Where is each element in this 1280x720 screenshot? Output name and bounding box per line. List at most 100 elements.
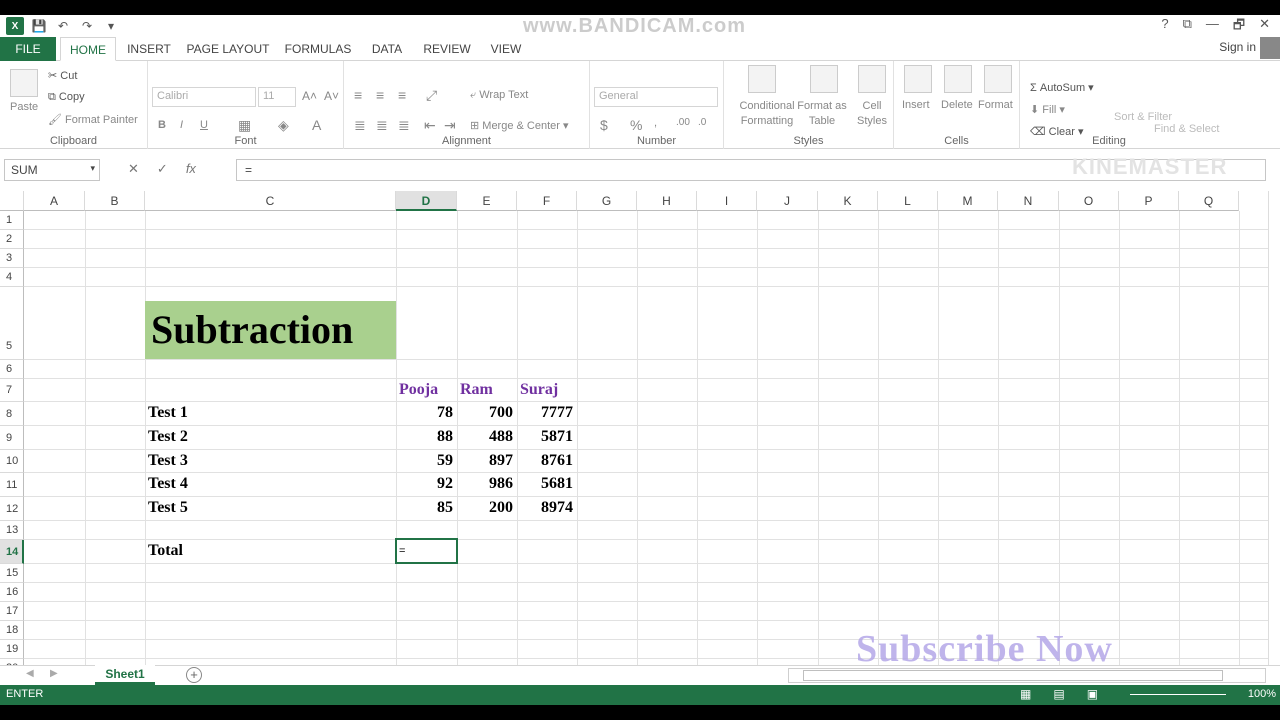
- sign-in-link[interactable]: Sign in: [1219, 40, 1256, 54]
- align-left-icon[interactable]: ≣: [354, 117, 366, 134]
- currency-button[interactable]: $: [600, 117, 608, 133]
- bold-button[interactable]: B: [158, 119, 166, 131]
- test-label-cell[interactable]: Test 1: [148, 404, 188, 422]
- select-all-corner[interactable]: [0, 191, 24, 211]
- header-cell-ram[interactable]: Ram: [460, 381, 493, 399]
- copy-button[interactable]: ⧉ Copy: [48, 91, 85, 104]
- row-header-7[interactable]: 7: [0, 379, 24, 402]
- borders-icon[interactable]: ▦: [238, 117, 251, 134]
- sort-filter-button[interactable]: Sort & Filter: [1114, 111, 1172, 123]
- confirm-entry-icon[interactable]: ✓: [157, 161, 168, 177]
- save-icon[interactable]: 💾: [30, 17, 48, 35]
- sheet-tab-sheet1[interactable]: Sheet1: [95, 665, 155, 685]
- value-cell[interactable]: 59: [396, 452, 453, 470]
- cell-styles-icon[interactable]: [858, 65, 886, 93]
- grow-font-button[interactable]: A˄: [302, 89, 317, 103]
- cell-styles-button[interactable]: Cell Styles: [852, 99, 892, 129]
- value-cell[interactable]: 986: [457, 475, 513, 493]
- row-header-12[interactable]: 12: [0, 497, 24, 521]
- row-header-3[interactable]: 3: [0, 249, 24, 268]
- column-header-b[interactable]: B: [85, 191, 145, 211]
- column-header-i[interactable]: I: [697, 191, 757, 211]
- active-cell-d14[interactable]: =: [395, 538, 458, 564]
- ribbon-display-options-icon[interactable]: ⧉: [1183, 16, 1192, 38]
- close-icon[interactable]: ✕: [1259, 16, 1270, 38]
- format-as-table-button[interactable]: Format as Table: [796, 99, 848, 129]
- account-icon[interactable]: [1260, 37, 1280, 59]
- delete-button[interactable]: Delete: [941, 99, 973, 111]
- value-cell[interactable]: 897: [457, 452, 513, 470]
- align-center-icon[interactable]: ≣: [376, 117, 388, 134]
- column-header-d[interactable]: D: [396, 191, 457, 211]
- find-select-button[interactable]: Find & Select: [1154, 123, 1219, 135]
- row-header-1[interactable]: 1: [0, 211, 24, 230]
- row-header-5[interactable]: 5: [0, 287, 24, 360]
- format-cells-icon[interactable]: [984, 65, 1012, 93]
- format-painter-button[interactable]: 🖌 Format Painter: [48, 113, 138, 126]
- font-size-select[interactable]: 11: [258, 87, 296, 107]
- value-cell[interactable]: 92: [396, 475, 453, 493]
- underline-button[interactable]: U: [200, 119, 208, 131]
- row-header-2[interactable]: 2: [0, 230, 24, 249]
- column-header-m[interactable]: M: [938, 191, 998, 211]
- wrap-text-button[interactable]: ⤶ Wrap Text: [470, 89, 528, 102]
- indent-increase-icon[interactable]: ⇥: [444, 117, 456, 134]
- tab-insert[interactable]: INSERT: [124, 37, 174, 61]
- fill-color-icon[interactable]: ◈: [278, 117, 289, 134]
- zoom-slider[interactable]: [1130, 694, 1226, 695]
- row-header-18[interactable]: 18: [0, 621, 24, 640]
- new-sheet-icon[interactable]: +: [186, 667, 202, 683]
- page-break-view-icon[interactable]: ▣: [1087, 687, 1098, 701]
- row-header-9[interactable]: 9: [0, 426, 24, 450]
- column-header-a[interactable]: A: [24, 191, 85, 211]
- column-header-h[interactable]: H: [637, 191, 697, 211]
- font-name-select[interactable]: Calibri: [152, 87, 256, 107]
- cancel-entry-icon[interactable]: ✕: [128, 161, 139, 177]
- conditional-formatting-icon[interactable]: [748, 65, 776, 93]
- column-header-p[interactable]: P: [1119, 191, 1179, 211]
- tab-page-layout[interactable]: PAGE LAYOUT: [186, 37, 270, 61]
- value-cell[interactable]: 78: [396, 404, 453, 422]
- prev-sheet-icon[interactable]: ◀: [26, 668, 34, 679]
- insert-cells-icon[interactable]: [904, 65, 932, 93]
- tab-home[interactable]: HOME: [60, 37, 116, 61]
- value-cell[interactable]: 85: [396, 499, 453, 517]
- paste-button[interactable]: Paste: [10, 101, 38, 113]
- row-header-17[interactable]: 17: [0, 602, 24, 621]
- insert-button[interactable]: Insert: [902, 99, 930, 111]
- format-button[interactable]: Format: [978, 99, 1013, 111]
- value-cell[interactable]: 88: [396, 428, 453, 446]
- column-header-q[interactable]: Q: [1179, 191, 1239, 211]
- align-right-icon[interactable]: ≣: [398, 117, 410, 134]
- value-cell[interactable]: 700: [457, 404, 513, 422]
- tab-formulas[interactable]: FORMULAS: [282, 37, 354, 61]
- total-label-cell[interactable]: Total: [148, 542, 183, 560]
- decrease-decimal-icon[interactable]: .0: [698, 117, 706, 128]
- zoom-level[interactable]: 100%: [1248, 688, 1276, 700]
- header-cell-suraj[interactable]: Suraj: [520, 381, 558, 399]
- conditional-formatting-button[interactable]: Conditional Formatting: [730, 99, 804, 129]
- row-header-13[interactable]: 13: [0, 521, 24, 540]
- help-icon[interactable]: ?: [1161, 16, 1168, 38]
- test-label-cell[interactable]: Test 5: [148, 499, 188, 517]
- page-layout-view-icon[interactable]: ▤: [1053, 687, 1064, 701]
- row-header-16[interactable]: 16: [0, 583, 24, 602]
- spreadsheet-grid[interactable]: A B C D E F G H I J K L M N O P Q 1 2 3 …: [0, 191, 1268, 665]
- increase-decimal-icon[interactable]: .00: [676, 117, 690, 128]
- paste-icon[interactable]: [10, 69, 38, 97]
- indent-decrease-icon[interactable]: ⇤: [424, 117, 436, 134]
- column-header-c[interactable]: C: [145, 191, 396, 211]
- scroll-thumb[interactable]: [803, 670, 1223, 681]
- value-cell[interactable]: 7777: [517, 404, 573, 422]
- column-header-l[interactable]: L: [878, 191, 938, 211]
- cut-button[interactable]: ✂ Cut: [48, 69, 77, 82]
- value-cell[interactable]: 5681: [517, 475, 573, 493]
- middle-align-icon[interactable]: ≡: [376, 87, 384, 103]
- value-cell[interactable]: 5871: [517, 428, 573, 446]
- tab-data[interactable]: DATA: [366, 37, 408, 61]
- font-color-icon[interactable]: A: [312, 117, 321, 133]
- tab-review[interactable]: REVIEW: [420, 37, 474, 61]
- format-as-table-icon[interactable]: [810, 65, 838, 93]
- row-header-11[interactable]: 11: [0, 473, 24, 497]
- test-label-cell[interactable]: Test 3: [148, 452, 188, 470]
